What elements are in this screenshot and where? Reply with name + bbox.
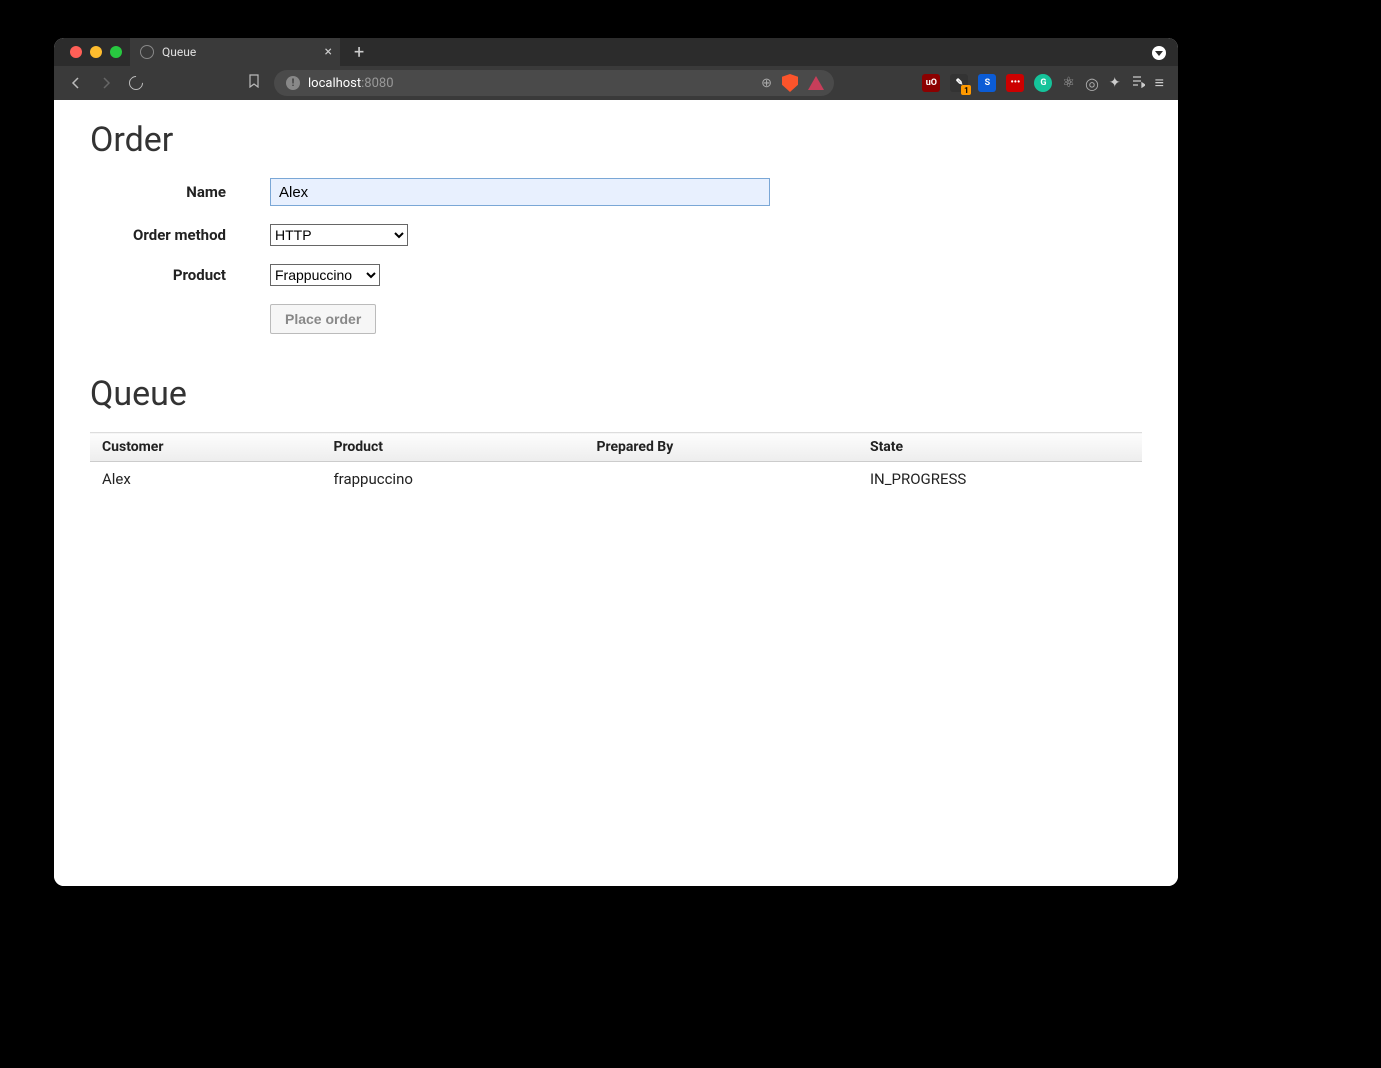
reload-button[interactable] (124, 71, 148, 95)
forward-button[interactable] (94, 71, 118, 95)
extension-grammarly-icon[interactable]: G (1034, 74, 1052, 92)
globe-icon (140, 45, 154, 59)
extension-ublock-icon[interactable]: uO (922, 74, 940, 92)
playlist-icon (1131, 74, 1145, 88)
submit-row: Place order (270, 304, 1142, 334)
browser-tab[interactable]: Queue × (130, 38, 340, 66)
product-label: Product (90, 266, 270, 284)
method-select[interactable]: HTTP (270, 224, 408, 246)
form-row-product: Product Frappuccino (90, 264, 1142, 286)
extension-react-icon[interactable]: ⚛ (1062, 75, 1075, 91)
site-info-icon[interactable]: ! (286, 76, 300, 90)
page-content: Order Name Order method HTTP Product Fra… (54, 100, 1178, 886)
window-controls (70, 46, 122, 58)
product-select[interactable]: Frappuccino (270, 264, 380, 286)
new-tab-button[interactable]: + (354, 42, 364, 63)
reading-list-icon[interactable] (1131, 74, 1145, 92)
zoom-icon[interactable]: ⊕ (761, 76, 772, 91)
maximize-window-button[interactable] (110, 46, 122, 58)
cell-customer: Alex (90, 462, 321, 497)
window-menu-icon[interactable] (1152, 46, 1166, 60)
toolbar: ! localhost:8080 ⊕ uO ✎ S ••• G ⚛ ◎ ✦ ≡ (54, 66, 1178, 100)
url-host: localhost (308, 76, 361, 91)
table-header-row: Customer Product Prepared By State (90, 433, 1142, 462)
extension-icons: uO ✎ S ••• G ⚛ ◎ ✦ ≡ (922, 73, 1168, 93)
name-label: Name (90, 183, 270, 201)
extension-simplify-icon[interactable]: S (978, 74, 996, 92)
minimize-window-button[interactable] (90, 46, 102, 58)
address-bar[interactable]: ! localhost:8080 ⊕ (274, 70, 834, 96)
form-row-name: Name (90, 178, 1142, 206)
extensions-menu-icon[interactable]: ✦ (1109, 75, 1121, 91)
tab-strip: Queue × + (130, 38, 364, 66)
name-input[interactable] (270, 178, 770, 206)
back-button[interactable] (64, 71, 88, 95)
extension-target-icon[interactable]: ◎ (1085, 74, 1099, 93)
url-port: :8080 (361, 76, 393, 91)
tab-title: Queue (162, 45, 196, 59)
bookmark-icon (248, 74, 260, 88)
reload-icon (126, 73, 146, 93)
queue-section: Queue Customer Product Prepared By State… (90, 374, 1142, 496)
warning-icon[interactable] (808, 76, 824, 90)
url-text: localhost:8080 (308, 76, 394, 91)
method-label: Order method (90, 226, 270, 244)
col-product: Product (321, 433, 584, 462)
cell-product: frappuccino (321, 462, 584, 497)
col-customer: Customer (90, 433, 321, 462)
table-row: Alex frappuccino IN_PROGRESS (90, 462, 1142, 497)
chevron-left-icon (70, 77, 82, 89)
queue-table: Customer Product Prepared By State Alex … (90, 432, 1142, 496)
queue-heading: Queue (90, 374, 1142, 414)
place-order-button[interactable]: Place order (270, 304, 376, 334)
form-row-method: Order method HTTP (90, 224, 1142, 246)
col-prepared-by: Prepared By (584, 433, 858, 462)
col-state: State (858, 433, 1142, 462)
bookmark-button[interactable] (248, 74, 260, 92)
close-window-button[interactable] (70, 46, 82, 58)
close-tab-icon[interactable]: × (325, 44, 332, 60)
chevron-right-icon (100, 77, 112, 89)
address-bar-actions: ⊕ (761, 74, 824, 92)
cell-state: IN_PROGRESS (858, 462, 1142, 497)
extension-stylus-icon[interactable]: ✎ (950, 74, 968, 92)
title-bar: Queue × + (54, 38, 1178, 66)
cell-prepared-by (584, 462, 858, 497)
shield-icon[interactable] (782, 74, 798, 92)
order-heading: Order (90, 120, 1142, 160)
main-menu-icon[interactable]: ≡ (1155, 73, 1164, 93)
extension-lastpass-icon[interactable]: ••• (1006, 74, 1024, 92)
browser-window: Queue × + ! localhost:8080 ⊕ (54, 38, 1178, 886)
